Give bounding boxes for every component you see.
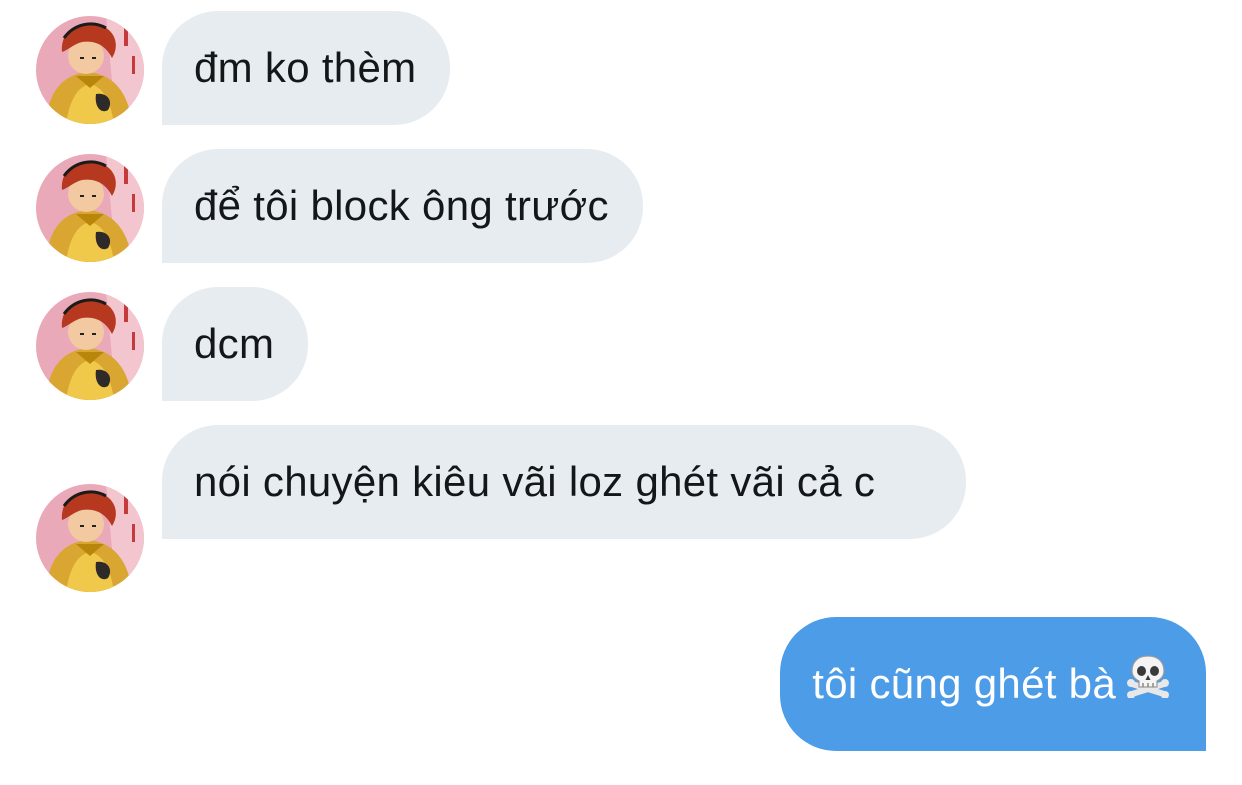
- received-message-bubble[interactable]: dcm: [162, 287, 309, 401]
- skull-and-crossbones-icon: [1126, 654, 1170, 711]
- received-message-bubble[interactable]: đm ko thèm: [162, 11, 451, 125]
- received-message-bubble[interactable]: nói chuyện kiêu vãi loz ghét vãi cả c: [162, 425, 966, 539]
- sender-avatar[interactable]: [36, 484, 144, 592]
- received-message-bubble[interactable]: để tôi block ông trước: [162, 149, 643, 263]
- message-text: tôi cũng ghét bà: [812, 660, 1116, 707]
- message-text: để tôi block ông trước: [194, 182, 609, 229]
- sender-avatar[interactable]: [36, 154, 144, 262]
- sender-avatar[interactable]: [36, 16, 144, 124]
- message-text: nói chuyện kiêu vãi loz ghét vãi cả c: [194, 458, 876, 505]
- message-thread: đm ko thèm để tôi block ông trước dcm nó…: [0, 0, 1242, 785]
- anime-portrait-avatar-image: [36, 154, 144, 262]
- anime-portrait-avatar-image: [36, 484, 144, 592]
- sent-message-bubble[interactable]: tôi cũng ghét bà: [780, 617, 1206, 752]
- sender-avatar[interactable]: [36, 292, 144, 400]
- message-text: đm ko thèm: [194, 44, 417, 91]
- anime-portrait-avatar-image: [36, 16, 144, 124]
- message-text: dcm: [194, 320, 275, 367]
- anime-portrait-avatar-image: [36, 292, 144, 400]
